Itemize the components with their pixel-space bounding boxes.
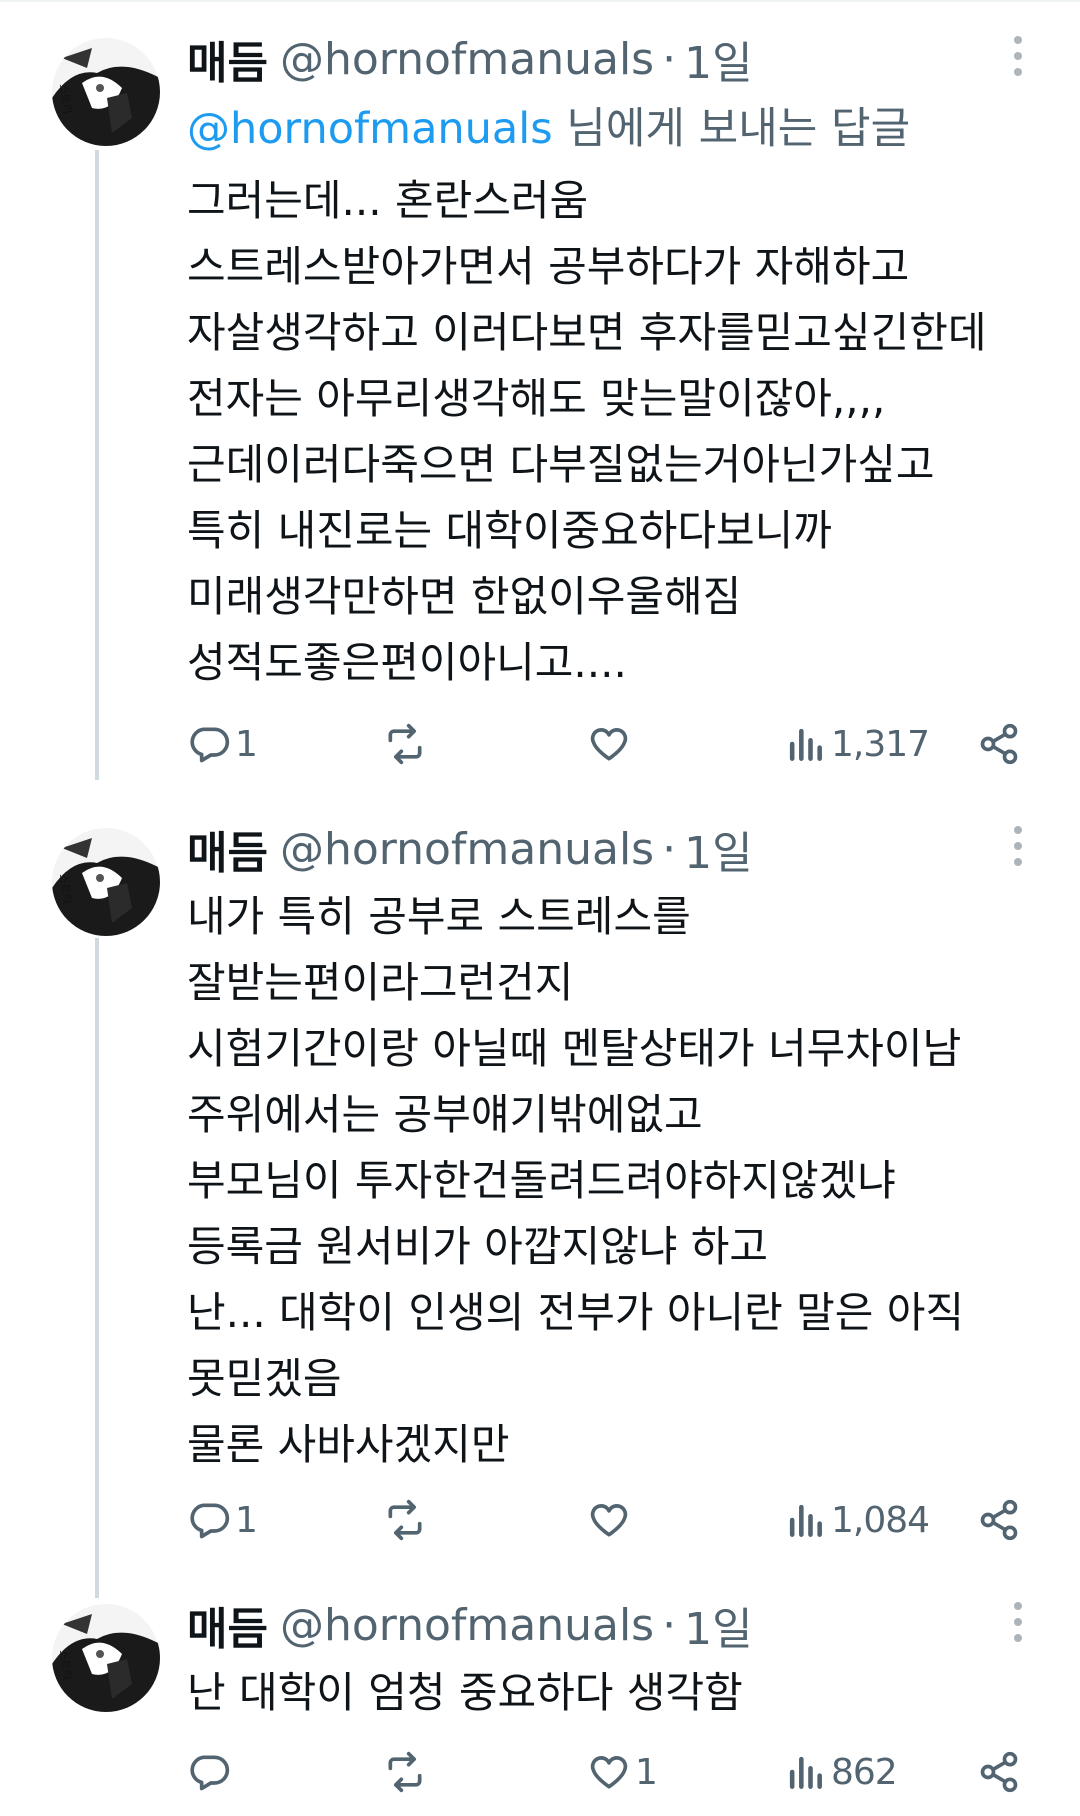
like-button[interactable]: 1 (587, 1742, 658, 1802)
author-name[interactable]: 매듬 (187, 817, 268, 881)
action-bar: 1 1,084 (187, 1490, 1027, 1550)
tweet-line: 잘받는편이라그런건지 (187, 958, 574, 1007)
reply-icon (190, 1503, 230, 1539)
reply-icon (190, 727, 230, 763)
tweet-line: 전자는 아무리생각해도 맞는말이잖아,,,, (187, 374, 886, 423)
tweet-line: 등록금 원서비가 아깝지않냐 하고 (187, 1222, 769, 1271)
share-button[interactable] (977, 714, 1021, 774)
share-button[interactable] (977, 1490, 1021, 1550)
action-bar: 1 1,317 (187, 714, 1027, 774)
timestamp[interactable]: 1일 (684, 817, 752, 881)
tweet-text: 내가 특히 공부로 스트레스를 잘받는편이라그런건지 시험기간이랑 아닐때 멘탈… (187, 884, 964, 1478)
share-button[interactable] (977, 1742, 1021, 1802)
retweet-button[interactable] (383, 1742, 431, 1802)
timestamp[interactable]: 1일 (684, 1593, 752, 1657)
retweet-button[interactable] (383, 714, 431, 774)
share-icon (980, 1751, 1018, 1793)
views-count: 1,317 (831, 723, 930, 765)
avatar[interactable]: 스트리 (52, 828, 160, 936)
author-name[interactable]: 매듬 (187, 27, 268, 91)
views-icon (789, 1504, 822, 1537)
reply-icon (190, 1755, 230, 1791)
reply-suffix: 님에게 보내는 답글 (552, 104, 911, 154)
avatar-image: 스트리 (52, 38, 160, 146)
reply-button[interactable] (187, 1742, 235, 1802)
heart-icon (590, 1504, 628, 1537)
tweet-line: 근데이러다죽으면 다부질없는거아닌가싶고 (187, 440, 935, 489)
tweet[interactable]: 스트리 매듬 @hornofmanuals · 1일 난 대학이 엄청 중요하다… (0, 1594, 1080, 1816)
tweet-line: 시험기간이랑 아닐때 멘탈상태가 너무차이남 (187, 1024, 962, 1073)
views-count: 1,084 (831, 1499, 930, 1541)
views-count: 862 (831, 1751, 898, 1793)
like-button[interactable] (587, 1490, 635, 1550)
separator-dot: · (662, 33, 677, 85)
timestamp[interactable]: 1일 (684, 27, 752, 91)
tweet-line: 자살생각하고 이러다보면 후자를믿고싶긴한데 (187, 308, 987, 357)
tweet-line: 미래생각만하면 한없이우울해짐 (187, 572, 742, 621)
views-button[interactable]: 1,317 (783, 714, 930, 774)
tweet-line: 주위에서는 공부얘기밖에없고 (187, 1090, 703, 1139)
retweet-icon (388, 723, 422, 765)
action-bar: 1 862 (187, 1742, 1027, 1802)
author-name[interactable]: 매듬 (187, 1593, 268, 1657)
tweet-line: 내가 특히 공부로 스트레스를 (187, 892, 691, 941)
separator-dot: · (662, 1599, 677, 1651)
retweet-icon (388, 1751, 422, 1793)
views-icon (789, 1756, 822, 1789)
tweet[interactable]: 스트리 매듬 @hornofmanuals · 1일 내가 특히 공부로 스트레… (0, 817, 1080, 1541)
reply-context: @hornofmanuals 님에게 보내는 답글 (187, 94, 910, 156)
more-dots-icon[interactable] (1000, 826, 1036, 876)
reply-count: 1 (235, 1499, 258, 1541)
reply-mention-link[interactable]: @hornofmanuals (187, 104, 553, 154)
tweet-line: 못믿겠음 (187, 1354, 342, 1403)
reply-button[interactable]: 1 (187, 1490, 258, 1550)
heart-icon (590, 1756, 628, 1789)
tweet-line: 난... 대학이 인생의 전부가 아니란 말은 아직 (187, 1288, 965, 1337)
retweet-button[interactable] (383, 1490, 431, 1550)
reply-button[interactable]: 1 (187, 714, 258, 774)
more-dots-icon[interactable] (1000, 36, 1036, 86)
separator-dot: · (662, 823, 677, 875)
views-button[interactable]: 862 (783, 1742, 898, 1802)
tweet-line: 스트레스받아가면서 공부하다가 자해하고 (187, 242, 910, 291)
views-button[interactable]: 1,084 (783, 1490, 930, 1550)
avatar-image: 스트리 (52, 1604, 160, 1712)
tweet[interactable]: 스트리 매듬 @hornofmanuals · 1일 @hornofmanual… (0, 28, 1080, 788)
tweet-line: 부모님이 투자한건돌려드려야하지않겠냐 (187, 1156, 896, 1205)
reply-count: 1 (235, 723, 258, 765)
retweet-icon (388, 1499, 422, 1541)
like-count: 1 (635, 1751, 658, 1793)
share-icon (980, 723, 1018, 765)
author-handle[interactable]: @hornofmanuals (280, 1600, 654, 1651)
author-handle[interactable]: @hornofmanuals (280, 34, 654, 85)
like-button[interactable] (587, 714, 635, 774)
avatar-image: 스트리 (52, 828, 160, 936)
tweet-line: 그러는데... 혼란스러움 (187, 176, 589, 225)
tweet-line: 성적도좋은편이아니고.... (187, 638, 627, 687)
tweet-line: 특히 내진로는 대학이중요하다보니까 (187, 506, 832, 555)
author-handle[interactable]: @hornofmanuals (280, 824, 654, 875)
more-dots-icon[interactable] (1000, 1602, 1036, 1652)
share-icon (980, 1499, 1018, 1541)
tweet-line: 물론 사바사겠지만 (187, 1420, 510, 1469)
avatar[interactable]: 스트리 (52, 1604, 160, 1712)
views-icon (789, 728, 822, 761)
tweet-text: 난 대학이 엄청 중요하다 생각함 (187, 1660, 743, 1726)
avatar[interactable]: 스트리 (52, 38, 160, 146)
tweet-line: 난 대학이 엄청 중요하다 생각함 (187, 1668, 743, 1717)
top-divider (0, 0, 1080, 2)
heart-icon (590, 728, 628, 761)
tweet-text: 그러는데... 혼란스러움 스트레스받아가면서 공부하다가 자해하고 자살생각하… (187, 168, 987, 696)
